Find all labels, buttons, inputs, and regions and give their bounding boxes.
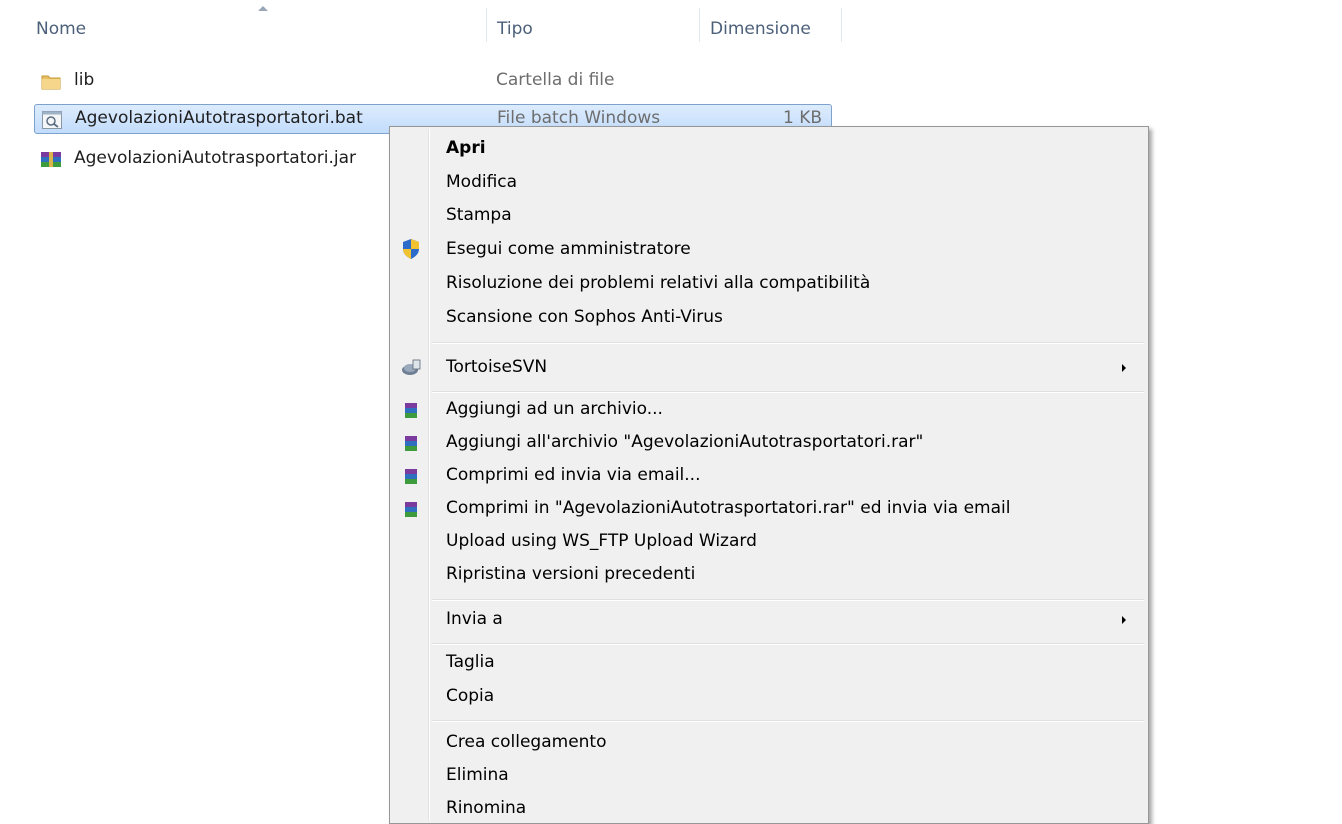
menu-separator	[432, 720, 1144, 722]
file-name: AgevolazioniAutotrasportatori.bat	[75, 108, 363, 128]
menu-item-compress-rar-email[interactable]: Comprimi in "AgevolazioniAutotrasportato…	[392, 494, 1146, 524]
tortoisesvn-icon	[402, 359, 421, 375]
menu-item-label: Ripristina versioni precedenti	[446, 564, 696, 584]
column-divider[interactable]	[486, 8, 487, 42]
file-name: lib	[74, 70, 95, 90]
menu-item-label: Invia a	[446, 609, 503, 629]
menu-item-edit[interactable]: Modifica	[392, 168, 1146, 198]
menu-item-label: Modifica	[446, 172, 518, 192]
winrar-archive-icon	[41, 152, 61, 167]
submenu-arrow-icon	[1122, 364, 1126, 372]
menu-item-delete[interactable]: Elimina	[392, 761, 1146, 791]
menu-item-label: Stampa	[446, 205, 512, 225]
menu-item-label: Copia	[446, 686, 495, 706]
column-header-bar: Nome Tipo Dimensione	[0, 0, 842, 44]
menu-item-rename[interactable]: Rinomina	[392, 794, 1146, 824]
column-header-type[interactable]: Tipo	[497, 19, 533, 39]
column-header-size[interactable]: Dimensione	[710, 19, 811, 39]
menu-item-label: Crea collegamento	[446, 732, 607, 752]
menu-item-add-to-rar[interactable]: Aggiungi all'archivio "AgevolazioniAutot…	[392, 428, 1146, 458]
winrar-icon	[405, 403, 417, 418]
menu-item-label: TortoiseSVN	[446, 357, 548, 377]
file-type: File batch Windows	[497, 108, 661, 128]
batch-file-icon	[42, 111, 62, 129]
column-divider[interactable]	[841, 8, 842, 42]
menu-item-label: Apri	[446, 138, 486, 158]
menu-item-copy[interactable]: Copia	[392, 682, 1146, 712]
winrar-icon	[405, 502, 417, 517]
file-name: AgevolazioniAutotrasportatori.jar	[74, 148, 357, 168]
folder-icon	[41, 75, 61, 90]
file-row-lib[interactable]: lib Cartella di file	[34, 66, 832, 96]
menu-item-label: Comprimi in "AgevolazioniAutotrasportato…	[446, 498, 1011, 518]
menu-item-open[interactable]: Apri	[392, 134, 1146, 164]
menu-separator	[432, 391, 1144, 393]
menu-item-send-to[interactable]: Invia a	[392, 605, 1146, 635]
menu-separator	[432, 643, 1144, 645]
menu-item-label: Comprimi ed invia via email...	[446, 465, 701, 485]
menu-item-troubleshoot-compat[interactable]: Risoluzione dei problemi relativi alla c…	[392, 269, 1146, 299]
menu-item-sophos-scan[interactable]: Scansione con Sophos Anti-Virus	[392, 303, 1146, 333]
sort-ascending-icon	[258, 6, 268, 11]
menu-item-run-as-admin[interactable]: Esegui come amministratore	[392, 235, 1146, 265]
menu-separator	[432, 342, 1144, 344]
menu-item-restore-previous-versions[interactable]: Ripristina versioni precedenti	[392, 560, 1146, 590]
menu-item-print[interactable]: Stampa	[392, 201, 1146, 231]
menu-item-cut[interactable]: Taglia	[392, 648, 1146, 678]
submenu-arrow-icon	[1122, 616, 1126, 624]
uac-shield-icon	[403, 239, 419, 259]
menu-item-label: Elimina	[446, 765, 509, 785]
menu-item-label: Rinomina	[446, 798, 527, 818]
menu-separator	[432, 599, 1144, 601]
menu-item-add-to-archive[interactable]: Aggiungi ad un archivio...	[392, 395, 1146, 425]
menu-item-label: Aggiungi ad un archivio...	[446, 399, 663, 419]
menu-item-compress-email[interactable]: Comprimi ed invia via email...	[392, 461, 1146, 491]
menu-item-label: Risoluzione dei problemi relativi alla c…	[446, 273, 871, 293]
column-divider[interactable]	[699, 8, 700, 42]
file-type: Cartella di file	[496, 70, 615, 90]
context-menu: Apri Modifica Stampa Esegui come amminis…	[389, 126, 1149, 824]
winrar-icon	[405, 436, 417, 451]
file-size: 1 KB	[783, 108, 823, 128]
menu-item-label: Esegui come amministratore	[446, 239, 691, 259]
menu-item-wsftp-upload[interactable]: Upload using WS_FTP Upload Wizard	[392, 527, 1146, 557]
column-header-name[interactable]: Nome	[36, 19, 86, 39]
menu-item-create-shortcut[interactable]: Crea collegamento	[392, 728, 1146, 758]
menu-item-label: Scansione con Sophos Anti-Virus	[446, 307, 723, 327]
menu-item-label: Taglia	[446, 652, 495, 672]
menu-item-label: Upload using WS_FTP Upload Wizard	[446, 531, 757, 551]
menu-item-tortoisesvn[interactable]: TortoiseSVN	[392, 353, 1146, 383]
winrar-icon	[405, 469, 417, 484]
menu-item-label: Aggiungi all'archivio "AgevolazioniAutot…	[446, 432, 924, 452]
